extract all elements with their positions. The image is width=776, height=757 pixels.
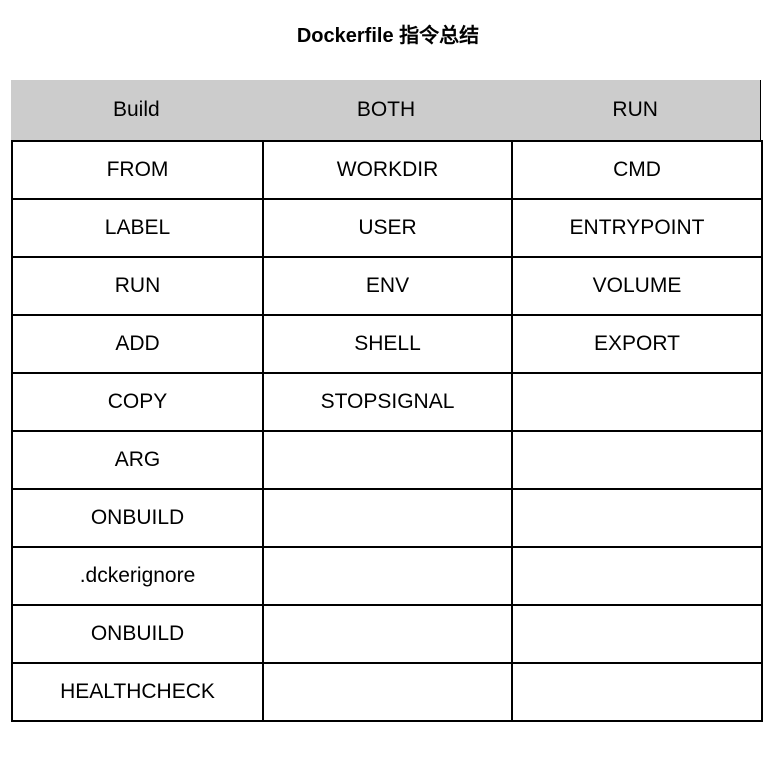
header-both: BOTH [356, 98, 416, 121]
cell-build: HEALTHCHECK [11, 662, 264, 722]
cell-run [511, 372, 763, 432]
cell-both: STOPSIGNAL [262, 372, 513, 432]
cell-build: ONBUILD [11, 604, 264, 664]
table-row: ADD SHELL EXPORT [11, 314, 763, 374]
table-row: COPY STOPSIGNAL [11, 372, 763, 432]
cell-run [511, 488, 763, 548]
cell-both [262, 604, 513, 664]
cell-run: VOLUME [511, 256, 763, 316]
cell-both [262, 488, 513, 548]
table-row: FROM WORKDIR CMD [11, 140, 763, 200]
table-header: Build BOTH RUN [11, 80, 761, 140]
table-row: ONBUILD [11, 604, 763, 664]
cell-run: ENTRYPOINT [511, 198, 763, 258]
cell-build: RUN [11, 256, 264, 316]
cell-both [262, 546, 513, 606]
cell-run [511, 662, 763, 722]
cell-both: ENV [262, 256, 513, 316]
header-run: RUN [612, 98, 658, 121]
table-row: LABEL USER ENTRYPOINT [11, 198, 763, 258]
cell-build: LABEL [11, 198, 264, 258]
table-row: .dckerignore [11, 546, 763, 606]
cell-build: FROM [11, 140, 264, 200]
cell-build: ONBUILD [11, 488, 264, 548]
table-row: ONBUILD [11, 488, 763, 548]
cell-build: .dckerignore [11, 546, 264, 606]
table-row: ARG [11, 430, 763, 490]
table-row: HEALTHCHECK [11, 662, 763, 722]
cell-both [262, 430, 513, 490]
instructions-table: FROM WORKDIR CMD LABEL USER ENTRYPOINT RUN ENV V… [11, 140, 763, 722]
cell-run [511, 430, 763, 490]
table-row: RUN ENV VOLUME [11, 256, 763, 316]
cell-run [511, 604, 763, 664]
cell-build: COPY [11, 372, 264, 432]
cell-build: ARG [11, 430, 264, 490]
cell-both: SHELL [262, 314, 513, 374]
header-build: Build [112, 98, 160, 121]
cell-both: USER [262, 198, 513, 258]
cell-run: CMD [511, 140, 763, 200]
page-title: Dockerfile 指令总结 [296, 25, 480, 47]
cell-run: EXPORT [511, 314, 763, 374]
cell-both [262, 662, 513, 722]
cell-run [511, 546, 763, 606]
cell-build: ADD [11, 314, 264, 374]
cell-both: WORKDIR [262, 140, 513, 200]
